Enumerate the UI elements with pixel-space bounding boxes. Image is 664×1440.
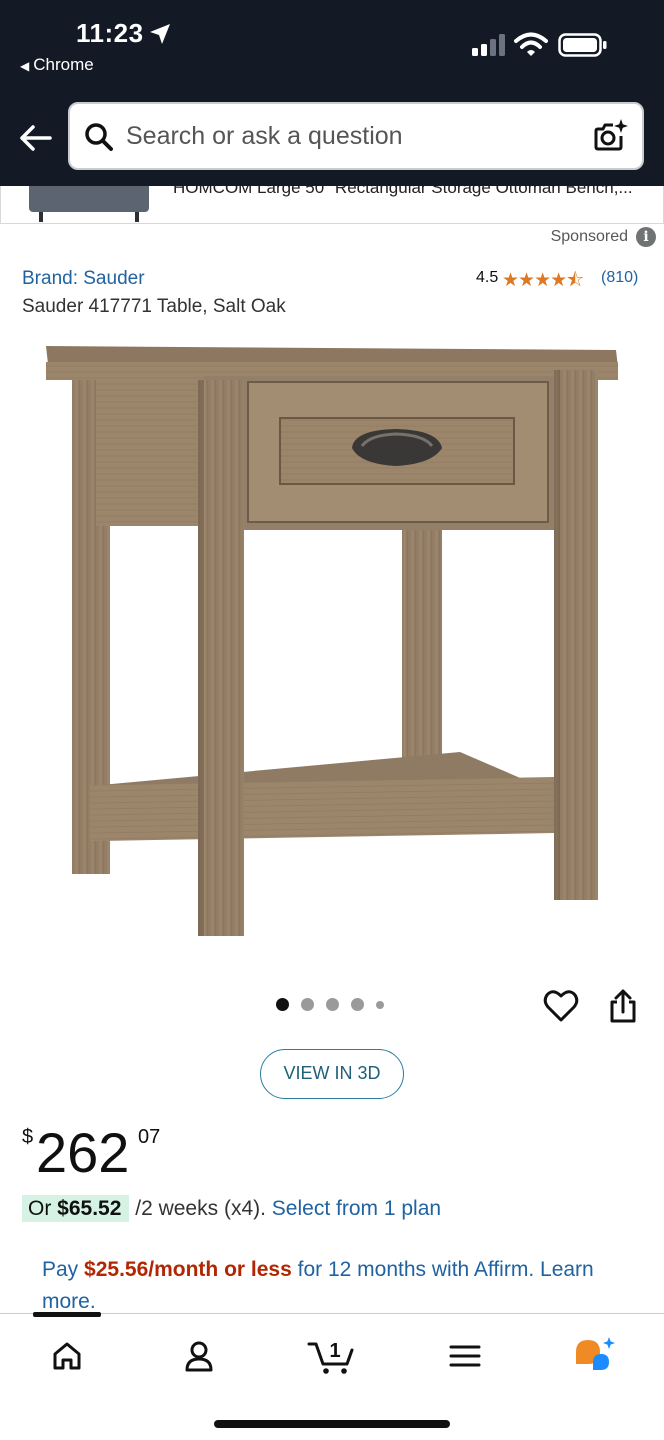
installment-suffix: /2 weeks (x4).	[129, 1197, 272, 1220]
back-arrow-icon[interactable]	[16, 120, 56, 156]
cart-count: 1	[329, 1340, 340, 1362]
installment-chip: Or $65.52	[22, 1195, 130, 1222]
sponsored-product-thumbnail	[29, 186, 149, 222]
rating-count-link[interactable]: (810)	[601, 269, 638, 287]
battery-icon	[558, 33, 607, 57]
affirm-prefix: Pay	[42, 1258, 85, 1281]
nav-home[interactable]	[44, 1334, 90, 1378]
sponsored-product-title: HOMCOM Large 50" Rectangular Storage Ott…	[173, 186, 633, 197]
back-triangle-icon: ◀	[20, 59, 30, 73]
carousel-dot[interactable]	[376, 1000, 384, 1009]
price-symbol: $	[22, 1126, 34, 1148]
carousel-dot-active[interactable]	[276, 998, 289, 1011]
star-rating-icon[interactable]: ★★★★⯪	[502, 266, 584, 298]
image-carousel-dots[interactable]	[276, 998, 384, 1011]
home-icon	[53, 1342, 81, 1370]
heart-icon[interactable]	[543, 989, 579, 1023]
rating-value[interactable]: 4.5	[476, 269, 498, 287]
bottom-navigation: 1	[0, 1312, 664, 1440]
affirm-offer: Pay $25.56/month or less for 12 months w…	[42, 1254, 642, 1318]
price-fraction: 07	[138, 1126, 161, 1148]
carousel-dot[interactable]	[351, 998, 364, 1011]
location-arrow-icon	[150, 24, 170, 44]
price-whole: 262	[36, 1121, 130, 1184]
cellular-signal-icon	[472, 34, 505, 56]
sponsored-label: Sponsored	[550, 228, 628, 245]
installment-prefix: Or	[28, 1197, 58, 1220]
info-icon[interactable]: i	[636, 227, 656, 247]
active-tab-indicator	[33, 1312, 101, 1317]
nav-account[interactable]	[176, 1334, 222, 1378]
select-plan-link[interactable]: Select from 1 plan	[272, 1197, 441, 1220]
view-in-3d-button[interactable]: VIEW IN 3D	[260, 1049, 404, 1099]
carousel-dot[interactable]	[301, 998, 314, 1011]
search-bar[interactable]	[68, 102, 644, 170]
menu-icon	[449, 1345, 481, 1367]
sponsored-product-strip[interactable]: HOMCOM Large 50" Rectangular Storage Ott…	[0, 186, 664, 224]
home-indicator-bar[interactable]	[214, 1420, 450, 1428]
search-input[interactable]	[126, 118, 566, 154]
brand-link[interactable]: Brand: Sauder	[22, 268, 145, 290]
nav-cart[interactable]: 1	[306, 1334, 358, 1378]
installment-amount: $65.52	[57, 1197, 122, 1220]
product-title: Sauder 417771 Table, Salt Oak	[22, 296, 286, 317]
affirm-suffix: for 12 months with Affirm.	[291, 1258, 541, 1281]
product-image[interactable]	[40, 334, 630, 946]
back-to-app-link[interactable]: ◀ Chrome	[20, 55, 94, 75]
nav-menu[interactable]	[442, 1334, 488, 1378]
installment-offer: Or $65.52 /2 weeks (x4). Select from 1 p…	[22, 1195, 441, 1222]
status-time: 11:23	[76, 18, 144, 48]
nav-rufus[interactable]	[572, 1334, 618, 1378]
wifi-icon	[514, 32, 548, 56]
browser-top-bar: 11:23 ◀ Chrome	[0, 0, 664, 186]
affirm-amount: $25.56/month or less	[84, 1258, 292, 1281]
carousel-dot[interactable]	[326, 998, 339, 1011]
camera-lens-icon[interactable]	[592, 118, 628, 154]
share-icon[interactable]	[608, 988, 638, 1024]
rufus-icon	[576, 1337, 615, 1370]
search-icon	[85, 123, 113, 151]
account-icon	[185, 1341, 213, 1372]
cart-icon: 1	[307, 1340, 354, 1374]
back-app-label: Chrome	[33, 55, 94, 74]
